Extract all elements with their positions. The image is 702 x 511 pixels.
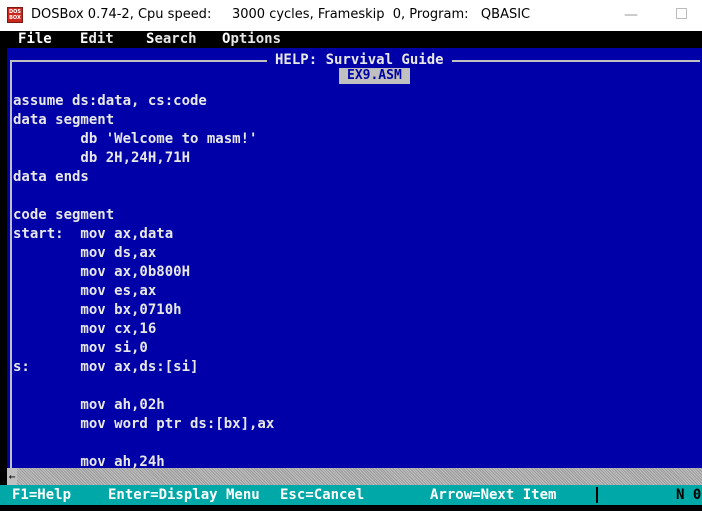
code-line: mov word ptr ds:[bx],ax bbox=[13, 416, 275, 432]
code-line: start: mov ax,data bbox=[13, 226, 174, 242]
help-window-title: HELP: Survival Guide bbox=[267, 51, 452, 69]
help-frame-border-left bbox=[10, 60, 12, 478]
code-line: assume ds:data, cs:code bbox=[13, 93, 207, 109]
code-line: mov ah,02h bbox=[13, 397, 165, 413]
menu-file-label: ile bbox=[26, 31, 52, 47]
status-cursor-position: N 000 bbox=[676, 487, 702, 503]
menu-bar: File Edit Search Options bbox=[0, 31, 702, 48]
status-menu-hint: Enter=Display Menu bbox=[108, 487, 260, 503]
code-line: db 'Welcome to masm!' bbox=[13, 131, 258, 147]
status-bar: F1=Help Enter=Display Menu Esc=Cancel Ar… bbox=[0, 485, 702, 505]
window-title-bar[interactable]: DOS BOX DOSBox 0.74-2, Cpu speed: 3000 c… bbox=[0, 0, 702, 31]
menu-edit[interactable]: Edit bbox=[80, 31, 114, 48]
maximize-icon bbox=[675, 8, 687, 19]
scrollbar-track[interactable] bbox=[17, 468, 702, 485]
code-line: mov ax,0b800H bbox=[13, 264, 191, 280]
code-line: db 2H,24H,71H bbox=[13, 150, 191, 166]
code-line: mov bx,0710h bbox=[13, 302, 182, 318]
code-line: data ends bbox=[13, 169, 89, 185]
horizontal-scrollbar[interactable]: ← bbox=[0, 468, 702, 485]
menu-file[interactable]: File bbox=[10, 31, 60, 48]
status-help-hint: F1=Help bbox=[12, 487, 72, 503]
code-line: mov es,ax bbox=[13, 283, 157, 299]
menu-edit-label: dit bbox=[88, 31, 114, 47]
code-editor[interactable]: assume ds:data, cs:code data segment db '… bbox=[13, 92, 274, 472]
menu-options[interactable]: Options bbox=[222, 31, 281, 48]
code-line: data segment bbox=[13, 112, 115, 128]
menu-options-label: ptions bbox=[230, 31, 282, 47]
code-line: s: mov ax,ds:[si] bbox=[13, 359, 199, 375]
menu-search[interactable]: Search bbox=[146, 31, 197, 48]
dos-screen[interactable]: File Edit Search Options HELP: Survival … bbox=[0, 31, 702, 511]
help-window[interactable]: HELP: Survival Guide EX9.ASM assume ds:d… bbox=[7, 48, 702, 480]
code-line: code segment bbox=[13, 207, 115, 223]
window-title: DOSBox 0.74-2, Cpu speed: 3000 cycles, F… bbox=[31, 7, 531, 22]
code-line: mov ds,ax bbox=[13, 245, 157, 261]
code-line: mov si,0 bbox=[13, 340, 148, 356]
status-divider bbox=[596, 487, 598, 503]
maximize-button[interactable] bbox=[670, 5, 692, 25]
file-name-tab: EX9.ASM bbox=[339, 68, 410, 84]
code-line: mov cx,16 bbox=[13, 321, 157, 337]
menu-search-label: earch bbox=[154, 31, 197, 47]
minimize-button[interactable]: — bbox=[620, 5, 642, 25]
scroll-left-arrow-icon[interactable]: ← bbox=[7, 468, 17, 485]
status-next-hint: Arrow=Next Item bbox=[430, 487, 557, 503]
status-cancel-hint: Esc=Cancel bbox=[280, 487, 365, 503]
dosbox-app-icon: DOS BOX bbox=[7, 7, 23, 23]
